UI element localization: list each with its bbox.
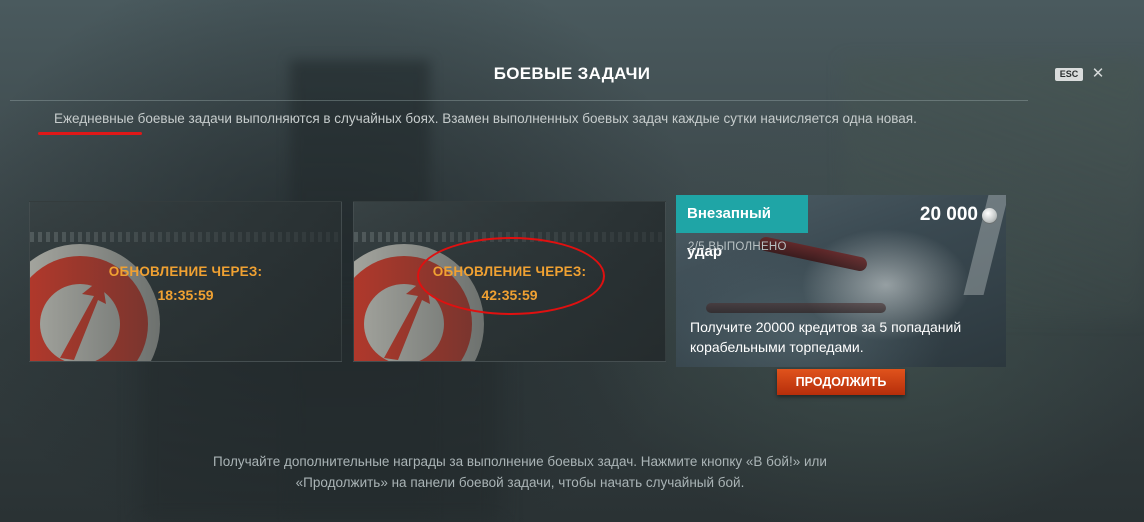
footer-line-1: Получайте дополнительные награды за выпо… [213, 454, 827, 469]
close-icon[interactable]: ✕ [1089, 63, 1107, 85]
esc-key-badge[interactable]: ESC [1055, 68, 1083, 81]
description-text: Ежедневные боевые задачи выполняются в с… [54, 111, 917, 126]
active-mission-card[interactable]: Внезапный удар 20 000 2/5 ВЫПОЛНЕНО Полу… [676, 195, 1006, 367]
mission-reward: 20 000 [919, 204, 978, 225]
annotation-underline [38, 132, 142, 135]
mission-illustration-wake [706, 303, 886, 313]
mission-title: Внезапный удар [676, 195, 808, 260]
credits-coin-icon [982, 208, 997, 223]
footer-line-2: «Продолжить» на панели боевой задачи, чт… [295, 475, 745, 490]
update-label: ОБНОВЛЕНИЕ ЧЕРЕЗ: [108, 264, 263, 279]
page-title: БОЕВЫЕ ЗАДАЧИ [493, 64, 651, 83]
mission-description: Получите 20000 кредитов за 5 попаданий к… [690, 319, 962, 355]
annotation-ellipse [417, 237, 605, 315]
footer-hint: Получайте дополнительные награды за выпо… [160, 451, 880, 493]
locked-task-card-1: ОБНОВЛЕНИЕ ЧЕРЕЗ: 18:35:59 [29, 201, 342, 362]
card-shade [30, 202, 341, 361]
continue-button[interactable]: ПРОДОЛЖИТЬ [777, 369, 905, 395]
update-timer: 18:35:59 [157, 287, 214, 303]
mission-progress: 2/5 ВЫПОЛНЕНО [688, 241, 787, 253]
header-divider [10, 100, 1028, 101]
